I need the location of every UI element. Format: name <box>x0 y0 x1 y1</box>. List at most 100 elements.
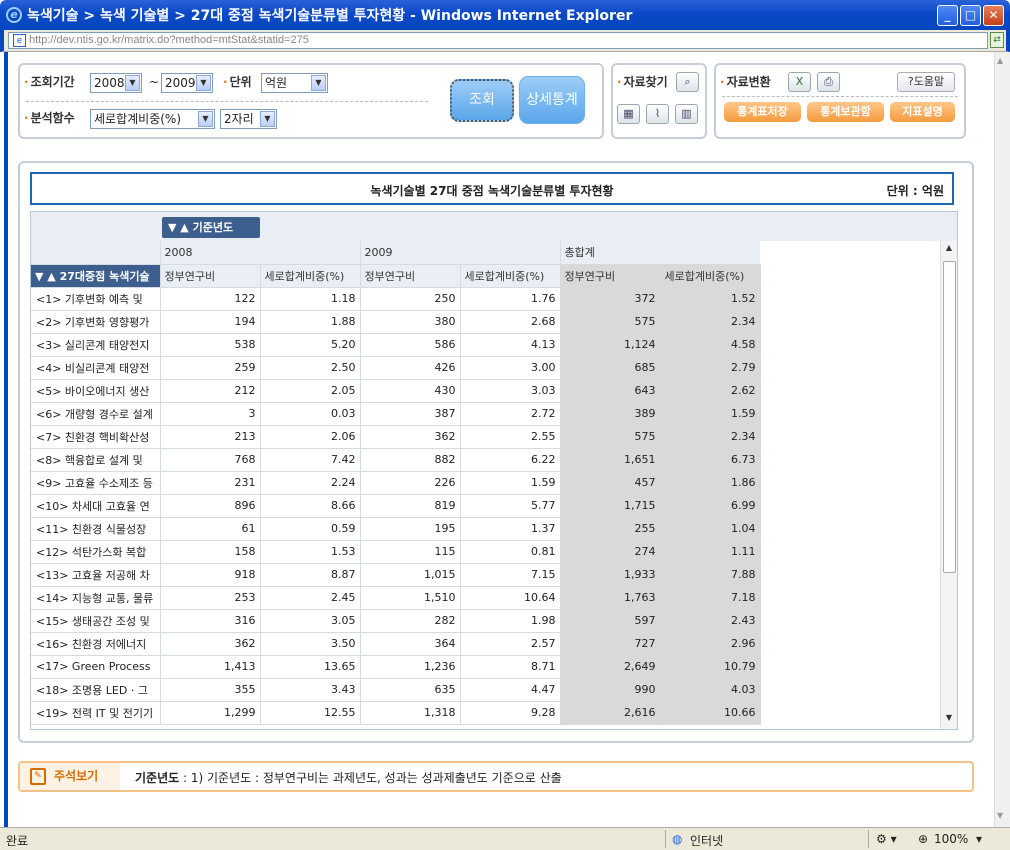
data-cell: 6.73 <box>660 448 761 472</box>
indicator-desc-button[interactable]: 지표설명 <box>890 102 955 122</box>
table-view-icon[interactable]: ▦ <box>617 104 640 124</box>
data-cell: 282 <box>360 609 461 633</box>
data-cell: 316 <box>160 609 261 633</box>
address-field[interactable]: e http://dev.ntis.go.kr/matrix.do?method… <box>8 32 988 49</box>
data-cell: 6.99 <box>660 494 761 518</box>
row-label: <18> 조명용 LED · 그 <box>31 678 161 702</box>
row-label: <5> 바이오에너지 생산 <box>31 379 161 403</box>
detail-stats-button[interactable]: 상세통계 <box>519 76 585 124</box>
table-row[interactable]: <11> 친환경 식물성장 61 0.59 195 1.37 255 1.04 <box>31 517 761 541</box>
measure-header: 정부연구비 <box>560 264 661 288</box>
data-cell: 13.65 <box>260 655 361 679</box>
table-row[interactable]: <19> 전력 IT 및 전기기 1,299 12.55 1,318 9.28 2,616… <box>31 701 761 725</box>
scroll-down-icon[interactable]: ▼ <box>943 713 955 727</box>
table-row[interactable]: <10> 차세대 고효율 연 896 8.66 819 5.77 1,715 6.99 <box>31 494 761 518</box>
data-cell: 727 <box>560 632 661 656</box>
scroll-down-icon[interactable]: ▼ <box>997 811 1003 820</box>
table-row[interactable]: <15> 생태공간 조성 및 316 3.05 282 1.98 597 2.43 <box>31 609 761 633</box>
data-cell: 1.86 <box>660 471 761 495</box>
zone-text: 인터넷 <box>690 834 724 848</box>
bar-chart-icon[interactable]: ▥ <box>675 104 698 124</box>
address-bar: e http://dev.ntis.go.kr/matrix.do?method… <box>0 30 1010 52</box>
scroll-up-icon[interactable]: ▲ <box>943 243 955 257</box>
zoom-icon[interactable]: ⊕ <box>918 832 928 846</box>
table-row[interactable]: <9> 고효율 수소제조 등 231 2.24 226 1.59 457 1.86 <box>31 471 761 495</box>
data-cell: 0.59 <box>260 517 361 541</box>
table-row[interactable]: <14> 지능형 교통, 물류 253 2.45 1,510 10.64 1,763 7.1… <box>31 586 761 610</box>
data-cell: 122 <box>160 287 261 311</box>
row-label: <3> 실리콘계 태양전지 <box>31 333 161 357</box>
table-row[interactable]: <1> 기후변화 예측 및 122 1.18 250 1.76 372 1.52 <box>31 287 761 311</box>
data-cell: 3.43 <box>260 678 361 702</box>
line-chart-icon[interactable]: ⌇ <box>646 104 669 124</box>
row-label: <11> 친환경 식물성장 <box>31 517 161 541</box>
unit-value: 억원 <box>265 76 288 90</box>
data-cell: 274 <box>560 540 661 564</box>
table-caption: 녹색기술별 27대 중점 녹색기술분류별 투자현황 단위 : 억원 <box>30 172 954 205</box>
excel-icon[interactable]: X <box>788 72 811 92</box>
filter-icon: ▼ ▲ <box>168 221 193 234</box>
data-cell: 7.88 <box>660 563 761 587</box>
save-table-button[interactable]: 통계표저장 <box>724 102 801 122</box>
zoom-dropdown-icon[interactable]: ▾ <box>976 832 982 846</box>
compat-view-icon[interactable]: ⇄ <box>990 32 1004 48</box>
table-row[interactable]: <3> 실리콘계 태양전지 538 5.20 586 4.13 1,124 4.58 <box>31 333 761 357</box>
data-cell: 896 <box>160 494 261 518</box>
table-row[interactable]: <7> 친환경 핵비확산성 213 2.06 362 2.55 575 2.34 <box>31 425 761 449</box>
magnifier-icon[interactable]: ⌕ <box>676 72 699 92</box>
table-row[interactable]: <17> Green Process 1,413 13.65 1,236 8.71 2,6… <box>31 655 761 679</box>
storage-button[interactable]: 통계보관함 <box>807 102 884 122</box>
column-dim-label: 기준년도 <box>192 221 234 234</box>
scroll-thumb[interactable] <box>943 261 956 573</box>
table-row[interactable]: <8> 핵융합로 설계 및 768 7.42 882 6.22 1,651 6.73 <box>31 448 761 472</box>
func-select[interactable]: 세로합계비중(%) ▼ <box>90 109 215 129</box>
data-cell: 10.66 <box>660 701 761 725</box>
scroll-up-icon[interactable]: ▲ <box>997 56 1003 65</box>
zoom-level[interactable]: 100% <box>934 832 968 846</box>
row-dim-label: 27대중점 녹색기술 <box>59 269 150 283</box>
table-row[interactable]: <6> 개량형 경수로 설계 3 0.03 387 2.72 389 1.59 <box>31 402 761 426</box>
row-label: <19> 전력 IT 및 전기기 <box>31 701 161 725</box>
data-cell: 430 <box>360 379 461 403</box>
table-row[interactable]: <5> 바이오에너지 생산 212 2.05 430 3.03 643 2.62 <box>31 379 761 403</box>
measure-header: 정부연구비 <box>160 264 261 288</box>
chevron-down-icon: ▼ <box>196 75 211 91</box>
help-button[interactable]: ?도움말 <box>897 72 955 92</box>
table-row[interactable]: <18> 조명용 LED · 그 355 3.43 635 4.47 990 4.03 <box>31 678 761 702</box>
data-cell: 2.05 <box>260 379 361 403</box>
unit-select[interactable]: 억원 ▼ <box>261 73 328 93</box>
row-dim-header[interactable]: ▼ ▲ 27대중점 녹색기술 <box>31 264 161 288</box>
table-row[interactable]: <4> 비실리콘계 태양전 259 2.50 426 3.00 685 2.79 <box>31 356 761 380</box>
corner-cell <box>31 241 161 265</box>
year-to-select[interactable]: 2009 ▼ <box>161 73 213 93</box>
protected-mode-icon[interactable]: ⚙ ▾ <box>876 832 897 846</box>
print-icon[interactable]: ⎙ <box>817 72 840 92</box>
table-row[interactable]: <16> 친환경 저에너지 362 3.50 364 2.57 727 2.96 <box>31 632 761 656</box>
column-dim-pill[interactable]: ▼ ▲ 기준년도 <box>162 217 260 238</box>
close-button[interactable]: ✕ <box>983 5 1004 26</box>
table-row[interactable]: <13> 고효율 저공해 차 918 8.87 1,015 7.15 1,933 7.88 <box>31 563 761 587</box>
search-button[interactable]: 조회 <box>450 79 514 122</box>
data-cell: 1,413 <box>160 655 261 679</box>
data-cell: 158 <box>160 540 261 564</box>
data-cell: 7.42 <box>260 448 361 472</box>
unit-label: 단위 <box>223 73 252 90</box>
data-cell: 253 <box>160 586 261 610</box>
maximize-button[interactable]: □ <box>960 5 981 26</box>
data-cell: 2.06 <box>260 425 361 449</box>
data-cell: 6.22 <box>460 448 561 472</box>
page-content: 조회기간 2008▼ ~ 2009▼ 단위 억원▼ 분석함수 세로합계비중(%)… <box>4 52 1010 827</box>
data-cell: 3.03 <box>460 379 561 403</box>
year-from-value: 2008 <box>94 76 125 90</box>
grid-scrollbar[interactable]: ▲ ▼ <box>940 241 957 729</box>
page-scrollbar[interactable]: ▲ ▼ <box>994 52 1010 827</box>
table-row[interactable]: <2> 기후변화 영향평가 194 1.88 380 2.68 575 2.34 <box>31 310 761 334</box>
data-cell: 0.81 <box>460 540 561 564</box>
year-from-select[interactable]: 2008 ▼ <box>90 73 142 93</box>
data-cell: 575 <box>560 425 661 449</box>
table-row[interactable]: <12> 석탄가스화 복합 158 1.53 115 0.81 274 1.11 <box>31 540 761 564</box>
digits-select[interactable]: 2자리 ▼ <box>220 109 277 129</box>
note-title-box[interactable]: ✎ 주석보기 <box>20 763 120 790</box>
divider <box>665 830 666 848</box>
minimize-button[interactable]: _ <box>937 5 958 26</box>
